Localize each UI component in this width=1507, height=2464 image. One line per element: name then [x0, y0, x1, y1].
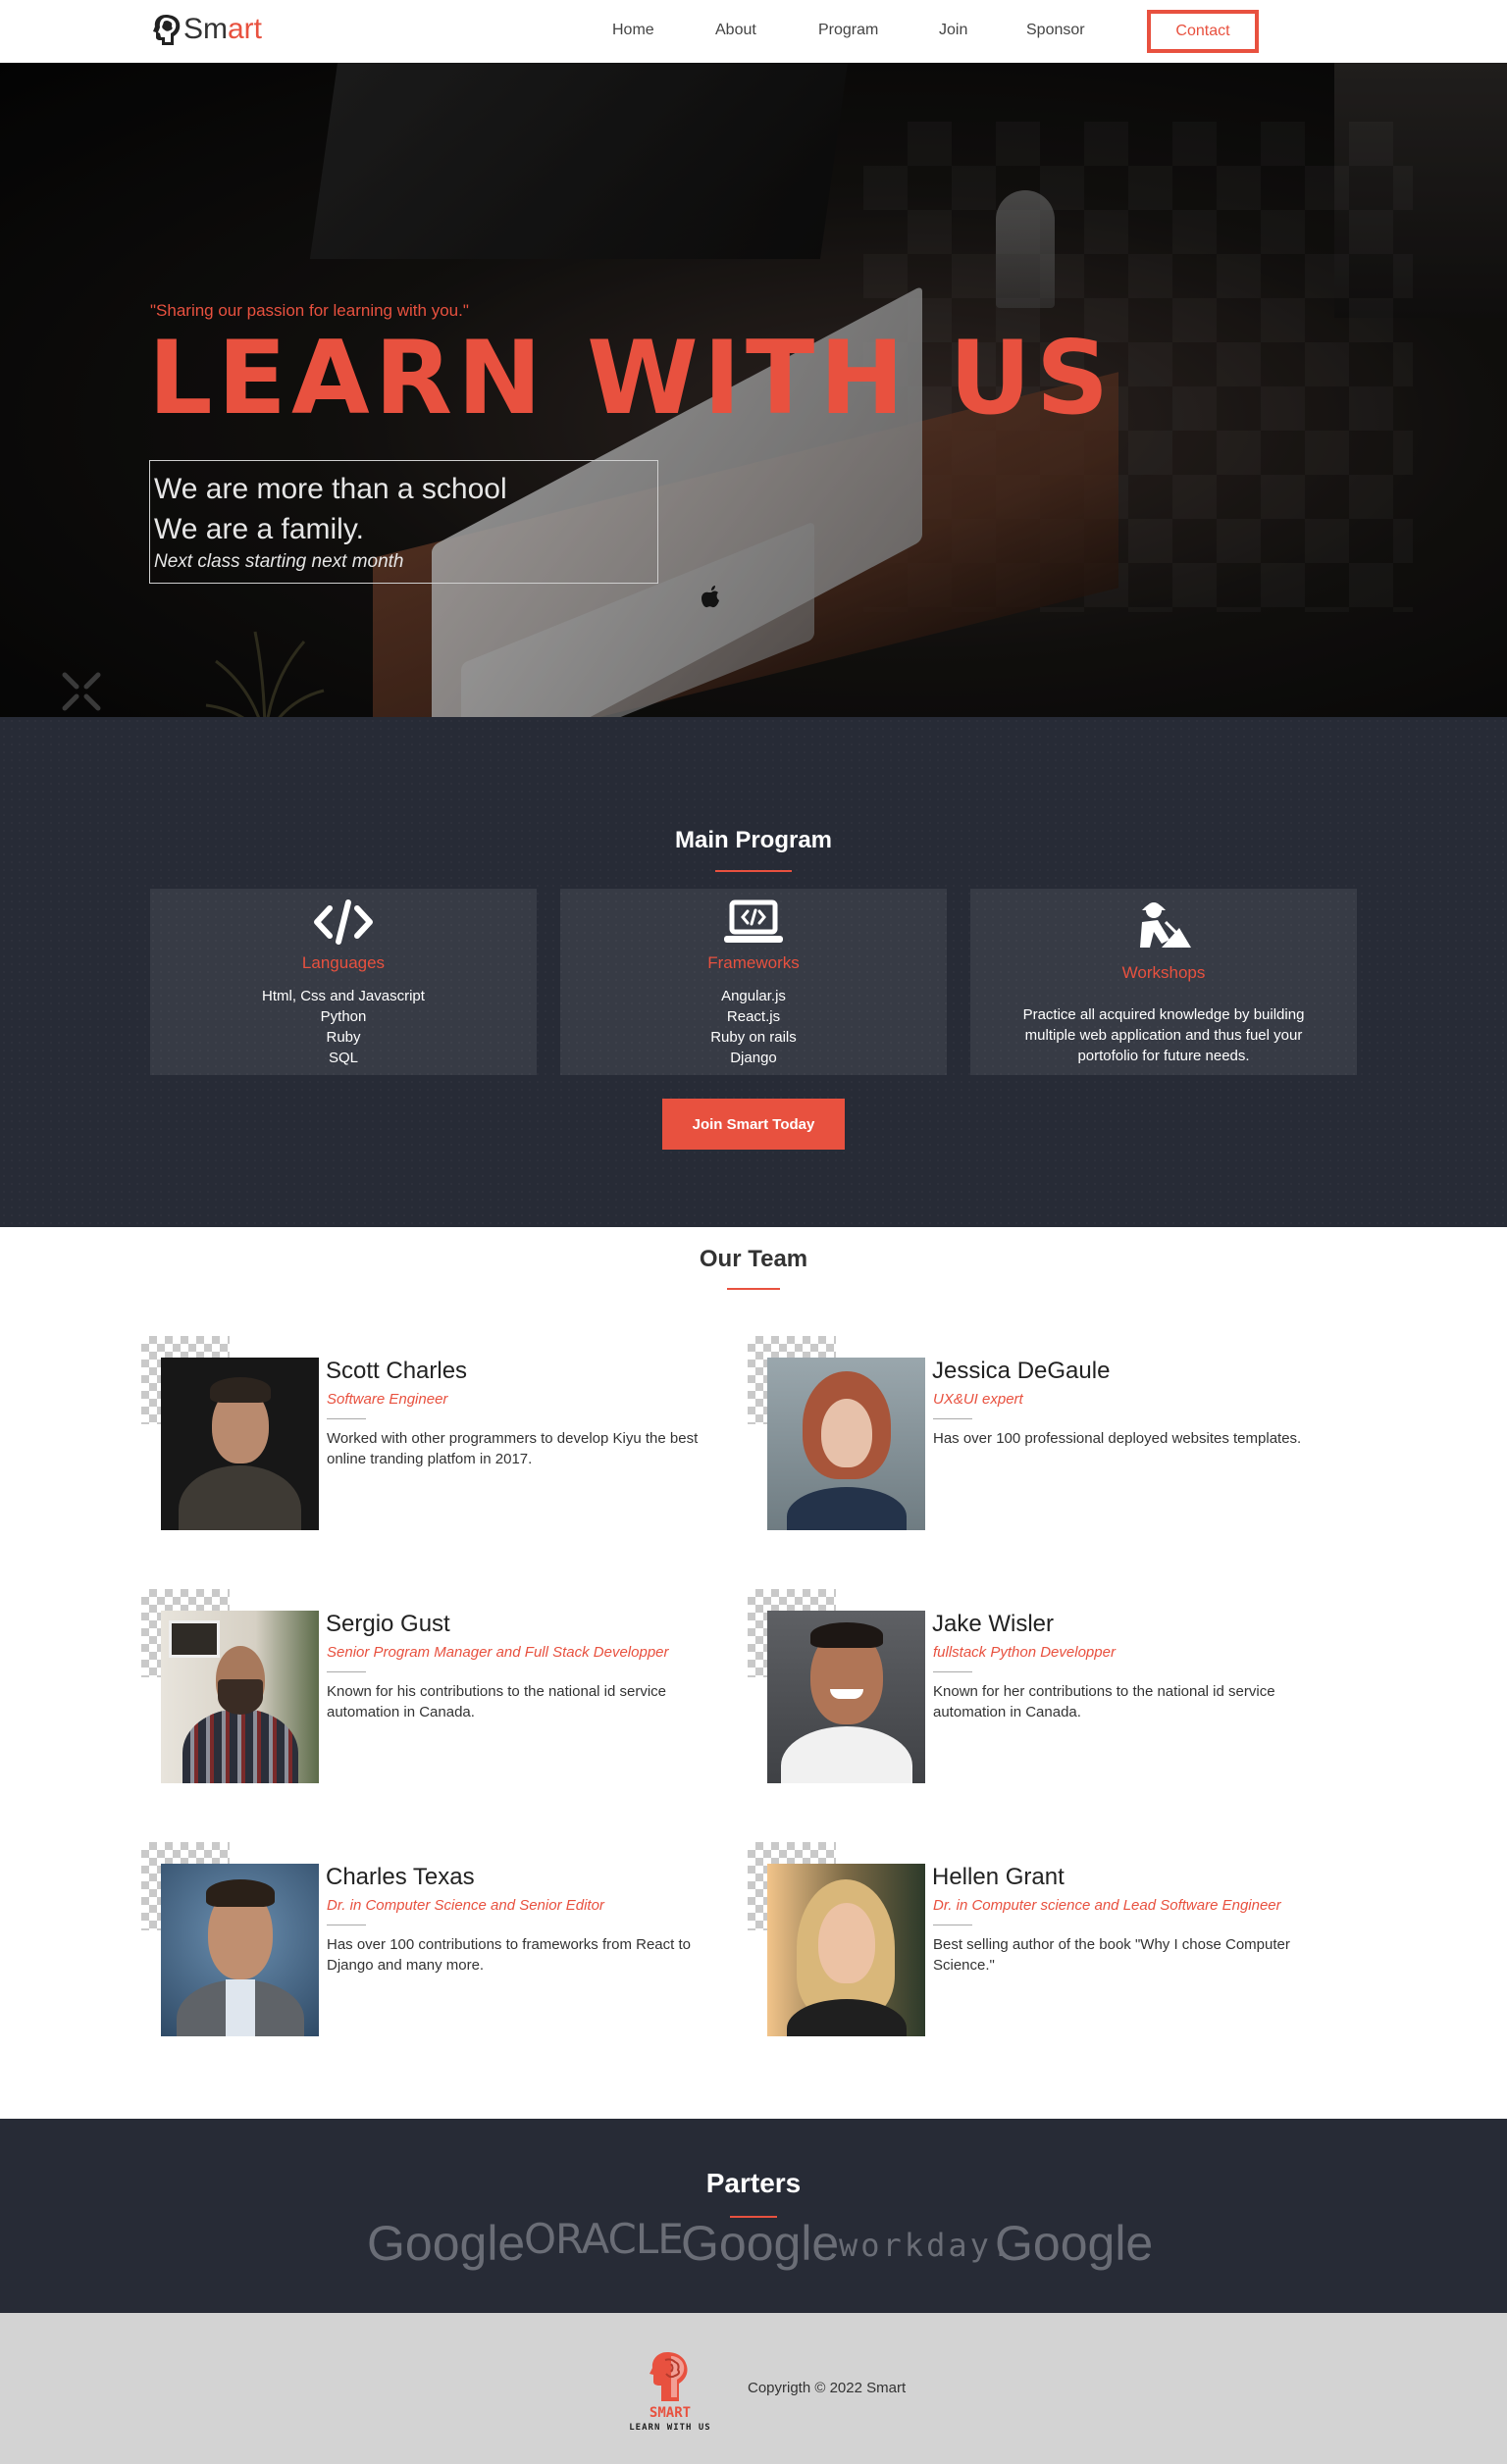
card-item: Ruby on rails	[710, 1029, 797, 1046]
team-title: Our Team	[699, 1246, 808, 1272]
footer-copyright: Copyrigth © 2022 Smart	[748, 2380, 907, 2396]
member-description: Worked with other programmers to develop…	[327, 1430, 699, 1467]
card-item: Ruby	[326, 1029, 361, 1046]
footer-brand: SMART	[649, 2405, 692, 2421]
member-photo	[161, 1358, 319, 1530]
hero-text-box: We are more than a school We are a famil…	[149, 460, 658, 584]
card-item: Python	[320, 1008, 367, 1025]
partner-logo-google[interactable]: Google	[995, 2215, 1153, 2272]
brain-head-icon	[153, 15, 181, 45]
member-description: Best selling author of the book "Why I c…	[933, 1936, 1290, 1974]
logo-text-prefix: Sm	[183, 13, 228, 45]
footer-brand-sub: LEARN WITH US	[629, 2423, 711, 2433]
team-member: Hellen Grant Dr. in Computer science and…	[748, 1842, 1336, 2038]
card-item: SQL	[328, 1050, 358, 1066]
member-role: Dr. in Computer Science and Senior Edito…	[327, 1897, 604, 1914]
partners-title: Parters	[705, 2168, 802, 2198]
code-icon	[314, 899, 373, 945]
partners-section: Parters Google ORACLE Google workday. Go…	[0, 2119, 1507, 2313]
member-name: Jessica DeGaule	[932, 1358, 1111, 1384]
card-item: Angular.js	[721, 988, 786, 1004]
laptop-code-icon	[724, 899, 783, 943]
hero-line-2: We are a family.	[154, 513, 364, 545]
member-name: Jake Wisler	[932, 1611, 1055, 1637]
card-text-workshops: Practice all acquired knowledge by build…	[1022, 1006, 1305, 1064]
member-name: Hellen Grant	[932, 1864, 1065, 1890]
hero-title: LEARN WITH US	[148, 320, 1115, 437]
member-description: Has over 100 professional deployed websi…	[933, 1430, 1302, 1447]
program-card-languages: Languages Html, Css and Javascript Pytho…	[150, 889, 537, 1075]
team-member: Jessica DeGaule UX&UI expert Has over 10…	[748, 1336, 1336, 1532]
worker-icon	[1140, 902, 1191, 948]
member-divider	[327, 1418, 366, 1419]
program-title-underline	[715, 870, 792, 872]
nav-link-home[interactable]: Home	[612, 22, 654, 39]
member-role: Dr. in Computer science and Lead Softwar…	[933, 1897, 1281, 1914]
member-description: Has over 100 contributions to frameworks…	[327, 1936, 691, 1974]
program-card-frameworks: Frameworks Angular.js React.js Ruby on r…	[560, 889, 947, 1075]
team-member: Charles Texas Dr. in Computer Science an…	[141, 1842, 730, 2038]
hero-section: "Sharing our passion for learning with y…	[0, 63, 1507, 717]
top-nav: Smart Home About Program Join Sponsor Co…	[0, 0, 1507, 63]
footer: SMART LEARN WITH US Copyrigth © 2022 Sma…	[0, 2313, 1507, 2464]
team-member: Sergio Gust Senior Program Manager and F…	[141, 1589, 730, 1785]
member-description: Known for his contributions to the natio…	[327, 1683, 667, 1720]
member-photo	[161, 1864, 319, 2036]
card-item: Django	[730, 1050, 777, 1066]
logo-text-suffix: art	[228, 13, 263, 45]
member-photo	[767, 1611, 925, 1783]
brain-head-icon	[650, 2352, 688, 2401]
member-divider	[933, 1418, 972, 1419]
contact-button[interactable]: Contact	[1147, 10, 1259, 53]
program-title: Main Program	[674, 827, 833, 853]
expand-icon[interactable]	[61, 671, 102, 712]
member-divider	[933, 1671, 972, 1672]
card-title-languages: Languages	[301, 953, 386, 972]
member-role: fullstack Python Developper	[933, 1644, 1116, 1661]
card-item: React.js	[726, 1008, 781, 1025]
member-role: UX&UI expert	[933, 1391, 1023, 1408]
team-member: Jake Wisler fullstack Python Developper …	[748, 1589, 1336, 1785]
member-photo	[767, 1358, 925, 1530]
member-divider	[327, 1671, 366, 1672]
member-photo	[161, 1611, 319, 1783]
nav-link-program[interactable]: Program	[818, 22, 878, 39]
member-name: Charles Texas	[326, 1864, 475, 1890]
program-section: Main Program Languages Html, Css and Jav…	[0, 717, 1507, 1227]
partner-logo-google[interactable]: Google	[367, 2215, 525, 2272]
program-card-workshops: Workshops Practice all acquired knowledg…	[970, 889, 1357, 1075]
member-name: Scott Charles	[326, 1358, 468, 1384]
nav-link-about[interactable]: About	[715, 22, 756, 39]
partner-logo-workday[interactable]: workday.	[839, 2227, 1013, 2264]
hero-line-1: We are more than a school	[154, 473, 507, 505]
member-description: Known for her contributions to the natio…	[933, 1683, 1275, 1720]
join-smart-button[interactable]: Join Smart Today	[662, 1099, 845, 1150]
hero-tagline: "Sharing our passion for learning with y…	[150, 301, 469, 320]
card-title-frameworks: Frameworks	[707, 953, 800, 972]
card-title-workshops: Workshops	[1121, 963, 1206, 982]
logo[interactable]: Smart	[152, 13, 262, 46]
member-photo	[767, 1864, 925, 2036]
nav-link-join[interactable]: Join	[939, 22, 967, 39]
logo-text: Smart	[183, 13, 262, 46]
hero-line-3: Next class starting next month	[154, 551, 404, 572]
member-role: Senior Program Manager and Full Stack De…	[327, 1644, 669, 1661]
team-member: Scott Charles Software Engineer Worked w…	[141, 1336, 730, 1532]
member-name: Sergio Gust	[326, 1611, 450, 1637]
partner-logo-oracle[interactable]: ORACLE	[524, 2215, 684, 2263]
nav-link-sponsor[interactable]: Sponsor	[1026, 22, 1085, 39]
team-title-underline	[727, 1288, 780, 1290]
partner-logo-google[interactable]: Google	[681, 2215, 839, 2272]
card-item: Html, Css and Javascript	[262, 988, 425, 1004]
member-role: Software Engineer	[327, 1391, 448, 1408]
